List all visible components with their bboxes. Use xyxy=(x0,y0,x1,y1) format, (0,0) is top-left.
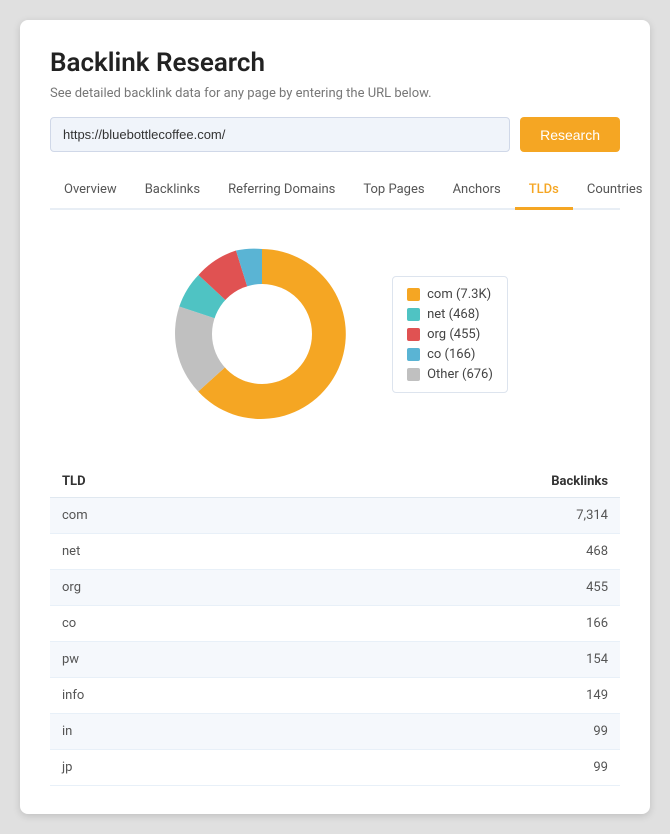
research-button[interactable]: Research xyxy=(520,117,620,152)
legend-color xyxy=(407,348,420,361)
tld-cell: org xyxy=(62,580,586,595)
data-table: TLD Backlinks com 7,314 net 468 org 455 … xyxy=(50,466,620,786)
table-row: org 455 xyxy=(50,570,620,606)
legend-item: co (166) xyxy=(407,347,493,362)
table-row: com 7,314 xyxy=(50,498,620,534)
legend-color xyxy=(407,328,420,341)
legend-label: org (455) xyxy=(427,327,480,342)
legend-color xyxy=(407,368,420,381)
main-card: Backlink Research See detailed backlink … xyxy=(20,20,650,814)
legend-label: net (468) xyxy=(427,307,479,322)
legend-label: Other (676) xyxy=(427,367,493,382)
tab-tlds[interactable]: TLDs xyxy=(515,172,573,210)
legend-item: org (455) xyxy=(407,327,493,342)
tld-cell: co xyxy=(62,616,586,631)
page-title: Backlink Research xyxy=(50,48,620,78)
backlinks-cell: 99 xyxy=(593,724,608,739)
search-row: Research xyxy=(50,117,620,152)
legend-color xyxy=(407,288,420,301)
legend-item: com (7.3K) xyxy=(407,287,493,302)
tab-countries[interactable]: Countries xyxy=(573,172,657,210)
backlinks-cell: 7,314 xyxy=(576,508,608,523)
tld-cell: com xyxy=(62,508,576,523)
backlinks-cell: 455 xyxy=(586,580,608,595)
backlinks-cell: 154 xyxy=(586,652,608,667)
backlinks-cell: 149 xyxy=(586,688,608,703)
tld-cell: jp xyxy=(62,760,593,775)
tab-top-pages[interactable]: Top Pages xyxy=(349,172,438,210)
legend-label: co (166) xyxy=(427,347,475,362)
table-row: net 468 xyxy=(50,534,620,570)
tab-referring-domains[interactable]: Referring Domains xyxy=(214,172,349,210)
chart-section: com (7.3K) net (468) org (455) co (166) … xyxy=(50,234,620,434)
backlinks-cell: 468 xyxy=(586,544,608,559)
tld-cell: in xyxy=(62,724,593,739)
table-row: pw 154 xyxy=(50,642,620,678)
url-input[interactable] xyxy=(50,117,510,152)
tab-backlinks[interactable]: Backlinks xyxy=(131,172,214,210)
tld-cell: pw xyxy=(62,652,586,667)
table-row: co 166 xyxy=(50,606,620,642)
tabs-bar: OverviewBacklinksReferring DomainsTop Pa… xyxy=(50,172,620,210)
legend-item: net (468) xyxy=(407,307,493,322)
page-subtitle: See detailed backlink data for any page … xyxy=(50,86,620,101)
chart-legend: com (7.3K) net (468) org (455) co (166) … xyxy=(392,276,508,393)
tld-cell: info xyxy=(62,688,586,703)
backlinks-cell: 99 xyxy=(593,760,608,775)
col-header-backlinks: Backlinks xyxy=(551,474,608,489)
table-row: jp 99 xyxy=(50,750,620,786)
legend-color xyxy=(407,308,420,321)
donut-chart xyxy=(162,234,382,434)
tab-overview[interactable]: Overview xyxy=(50,172,131,210)
table-row: in 99 xyxy=(50,714,620,750)
backlinks-cell: 166 xyxy=(586,616,608,631)
legend-label: com (7.3K) xyxy=(427,287,491,302)
col-header-tld: TLD xyxy=(62,474,551,489)
table-header: TLD Backlinks xyxy=(50,466,620,498)
table-row: info 149 xyxy=(50,678,620,714)
legend-item: Other (676) xyxy=(407,367,493,382)
tld-cell: net xyxy=(62,544,586,559)
tab-anchors[interactable]: Anchors xyxy=(439,172,515,210)
